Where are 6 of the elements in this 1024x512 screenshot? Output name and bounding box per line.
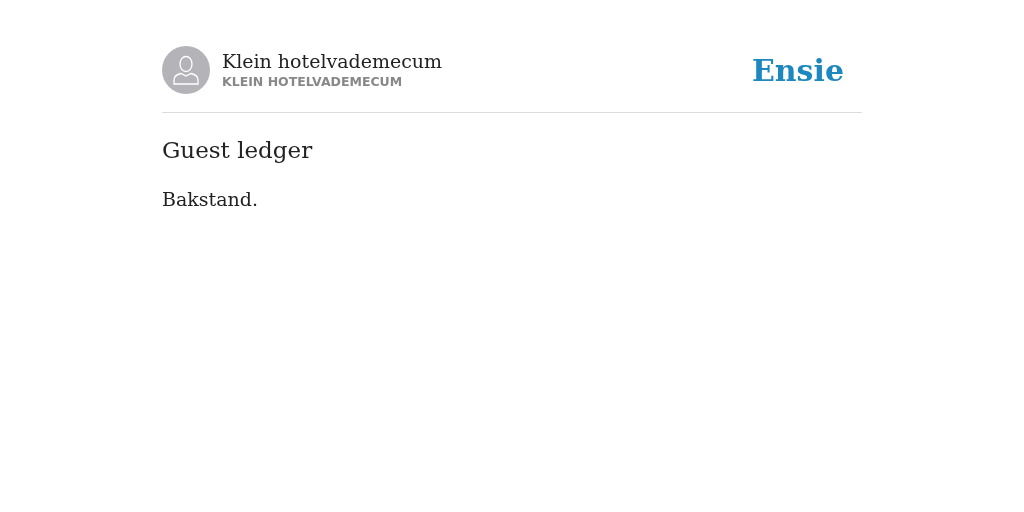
logo[interactable]: Ensie [751, 47, 844, 93]
page-title: Guest ledger [162, 137, 314, 165]
author-name: Klein hotelvademecum [222, 49, 443, 73]
author-handle: KLEIN HOTELVADEMECUM [222, 73, 404, 91]
body-text: Bakstand. [162, 186, 259, 212]
person-icon [172, 55, 200, 85]
